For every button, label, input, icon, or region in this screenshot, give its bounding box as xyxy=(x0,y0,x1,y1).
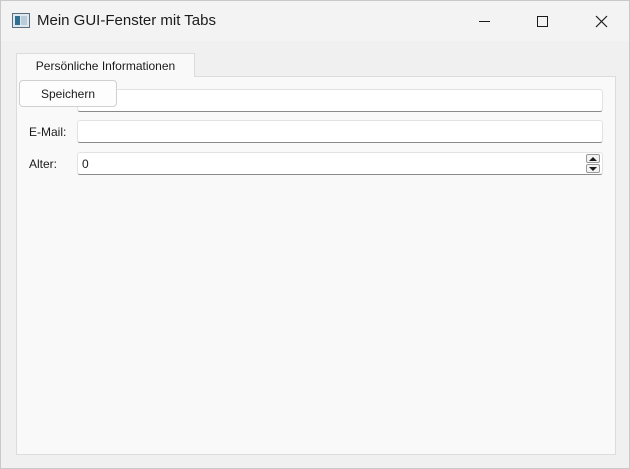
minimize-icon xyxy=(478,20,490,22)
tab-personal-info[interactable]: Persönliche Informationen xyxy=(16,53,195,77)
email-field[interactable] xyxy=(77,120,603,143)
name-field[interactable] xyxy=(77,89,603,112)
main-window: Mein GUI-Fenster mit Tabs Persönliche In… xyxy=(0,0,630,469)
maximize-button[interactable] xyxy=(519,1,565,41)
age-label: Alter: xyxy=(29,157,58,171)
save-button[interactable]: Speichern xyxy=(19,80,117,107)
app-window-icon xyxy=(12,13,30,28)
window-title: Mein GUI-Fenster mit Tabs xyxy=(37,12,216,29)
maximize-icon xyxy=(536,15,548,27)
email-label: E-Mail: xyxy=(29,125,67,139)
close-button[interactable] xyxy=(578,1,624,41)
minimize-button[interactable] xyxy=(461,1,507,41)
arrow-up-icon xyxy=(589,156,597,161)
arrow-down-icon xyxy=(589,166,597,171)
close-icon xyxy=(595,15,607,27)
age-increment-button[interactable] xyxy=(586,154,600,163)
title-bar[interactable]: Mein GUI-Fenster mit Tabs xyxy=(1,1,629,41)
age-spinbox[interactable] xyxy=(77,152,603,175)
age-decrement-button[interactable] xyxy=(586,164,600,173)
